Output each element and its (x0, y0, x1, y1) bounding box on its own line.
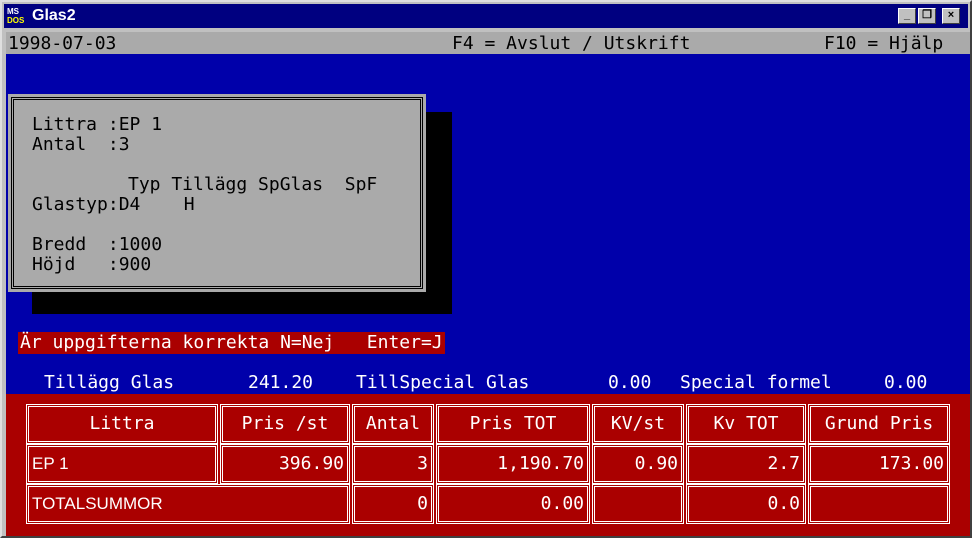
status-f4-hint: F4 = Avslut / Utskrift (452, 33, 691, 54)
price-table: Littra Pris /st Antal Pris TOT KV/st Kv … (6, 394, 970, 536)
header-kv-st: KV/st (592, 404, 684, 444)
row1-kv-st: 0.90 (592, 444, 684, 484)
totals-grund-pris (808, 484, 950, 524)
minimize-button[interactable]: _ (898, 8, 916, 24)
tillagg-glas-value: 241.20 (248, 372, 314, 393)
glastyp-column-header: Typ Tillägg SpGlas SpF (128, 174, 378, 195)
header-littra: Littra (26, 404, 218, 444)
tillspecial-glas-label: TillSpecial Glas (356, 372, 530, 393)
glass-details-dialog: Littra :EP 1 Antal :3 Typ Tillägg SpGlas… (8, 94, 426, 292)
title-bar[interactable]: MS DOS Glas2 _ ❐ × (4, 4, 968, 28)
row1-pris-st: 396.90 (220, 444, 350, 484)
window-title: Glas2 (32, 7, 76, 24)
row1-antal: 3 (352, 444, 434, 484)
row1-littra: EP 1 (26, 444, 218, 484)
header-pris-tot: Pris TOT (436, 404, 590, 444)
status-f10-hint: F10 = Hjälp (824, 33, 944, 54)
totals-label: TOTALSUMMOR (26, 484, 350, 524)
hojd-field: Höjd :900 (32, 254, 152, 275)
header-antal: Antal (352, 404, 434, 444)
confirm-prompt[interactable]: Är uppgifterna korrekta N=Nej Enter=J (18, 332, 445, 354)
glastyp-field: Glastyp:D4 H (32, 194, 195, 215)
bredd-field: Bredd :1000 (32, 234, 163, 255)
totals-pris-tot: 0.00 (436, 484, 590, 524)
tillspecial-glas-value: 0.00 (608, 372, 652, 393)
row1-pris-tot: 1,190.70 (436, 444, 590, 484)
restore-button[interactable]: ❐ (918, 8, 936, 24)
header-pris-st: Pris /st (220, 404, 350, 444)
tillagg-glas-label: Tillägg Glas (44, 372, 175, 393)
header-kv-tot: Kv TOT (686, 404, 806, 444)
row1-kv-tot: 2.7 (686, 444, 806, 484)
ms-dos-icon[interactable]: MS DOS (7, 7, 25, 25)
header-grund-pris: Grund Pris (808, 404, 950, 444)
status-bar: 1998-07-03 F4 = Avslut / Utskrift F10 = … (6, 32, 970, 54)
special-formel-label: Special formel (680, 372, 832, 393)
totals-kv-tot: 0.0 (686, 484, 806, 524)
row1-grund-pris: 173.00 (808, 444, 950, 484)
close-button[interactable]: × (942, 8, 960, 24)
totals-antal: 0 (352, 484, 434, 524)
special-formel-value: 0.00 (884, 372, 928, 393)
app-window: MS DOS Glas2 _ ❐ × 1998-07-03 F4 = Avslut… (0, 0, 972, 538)
antal-field: Antal :3 (32, 134, 130, 155)
dos-screen: 1998-07-03 F4 = Avslut / Utskrift F10 = … (6, 32, 970, 536)
totals-kv-st (592, 484, 684, 524)
status-date: 1998-07-03 (8, 33, 117, 54)
littra-field: Littra :EP 1 (32, 114, 163, 135)
